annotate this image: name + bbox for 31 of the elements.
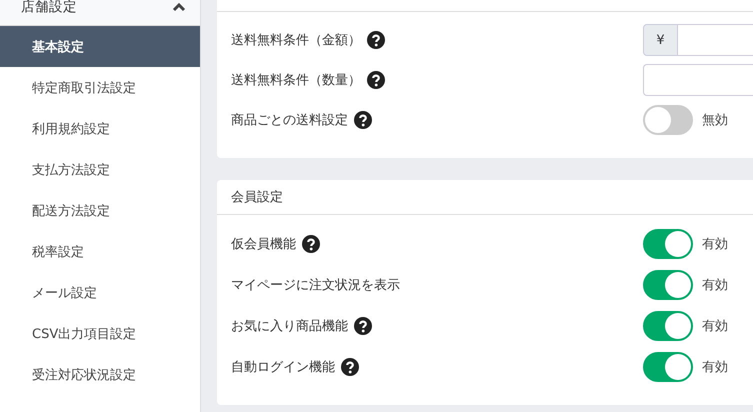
field-label: 自動ログイン機能 [231,358,335,376]
sidebar-item[interactable]: CSV出力項目設定 [0,313,200,354]
sidebar-item[interactable]: 支払方法設定 [0,149,200,190]
currency-prefix: ¥ [643,24,678,56]
sidebar-item[interactable]: 受注対応状況設定 [0,354,200,395]
card-title: 会員設定 [231,189,283,206]
toggle-switch[interactable] [643,352,693,382]
sidebar-item[interactable]: 利用規約設定 [0,108,200,149]
toggle-switch[interactable] [643,228,693,258]
toggle-state-label: 有効 [702,358,728,376]
sidebar-item[interactable]: 配送方法設定 [0,190,200,231]
toggle-state-label: 有効 [702,318,728,334]
field-label: 仮会員機能 [231,236,296,252]
toggle-switch[interactable] [643,270,693,300]
toggle-state-label: 無効 [702,112,728,129]
field-label: 送料無料条件（数量） [231,72,361,89]
field-label: マイページに注文状況を表示 [231,276,400,294]
sidebar-item[interactable]: メール設定 [0,272,200,313]
amount-field[interactable] [678,24,753,56]
toggle-state-label: 有効 [702,236,728,252]
toggle-switch[interactable] [643,310,693,340]
toggle-switch[interactable] [643,105,693,135]
field-label: お気に入り商品機能 [231,318,348,334]
chevron-up-icon [172,2,186,12]
sidebar-item[interactable]: 基本設定 [0,26,200,67]
field-label: 送料無料条件（金額） [231,32,361,49]
sidebar-item[interactable]: 税率設定 [0,231,200,272]
field-label: 商品ごとの送料設定 [231,112,348,129]
quantity-field[interactable] [643,64,753,96]
sidebar-item[interactable]: 特定商取引法設定 [0,67,200,108]
toggle-state-label: 有効 [702,276,728,294]
